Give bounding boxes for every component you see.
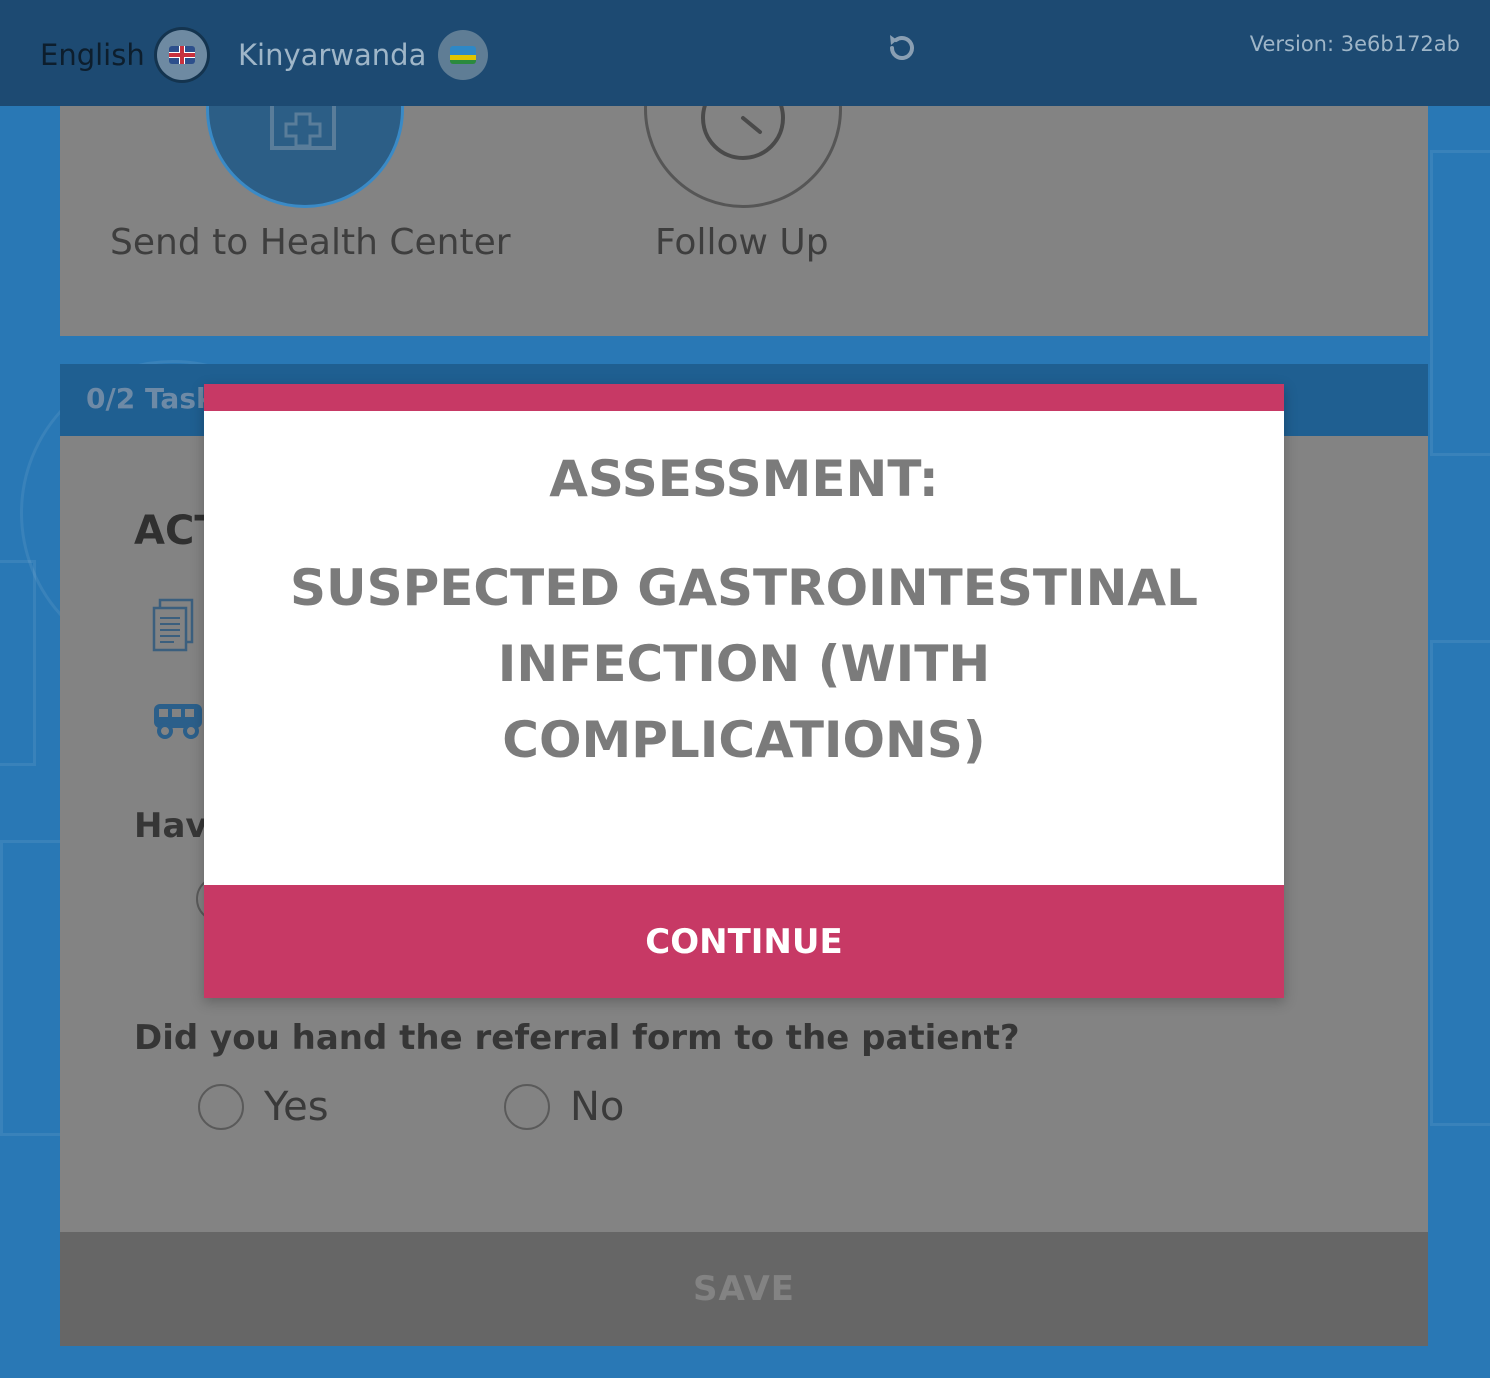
question-partial: Hav: [134, 806, 208, 846]
modal-accent-strip: [204, 384, 1284, 411]
activity-label: Send to Health Center: [110, 222, 511, 263]
tasks-counter: 0/2 Task: [86, 382, 215, 415]
rwanda-flag-icon: [438, 30, 489, 80]
language-label: English: [40, 38, 145, 72]
language-label: Kinyarwanda: [238, 38, 427, 72]
language-english[interactable]: English: [40, 30, 207, 80]
clock-icon: [701, 106, 785, 160]
modal-message: SUSPECTED GASTROINTESTINAL INFECTION (WI…: [290, 559, 1198, 769]
continue-button[interactable]: CONTINUE: [204, 885, 1284, 998]
ambulance-icon: [150, 700, 206, 744]
question-referral-form: Did you hand the referral form to the pa…: [134, 1018, 1020, 1058]
radio-circle[interactable]: [198, 1084, 244, 1130]
top-bar: English Kinyarwanda Version: 3e6b172ab: [0, 0, 1490, 106]
save-button[interactable]: SAVE: [60, 1232, 1428, 1346]
activity-label: Follow Up: [655, 222, 829, 263]
radio-label: No: [570, 1084, 625, 1130]
health-center-icon: [270, 106, 336, 150]
version-label: Version: 3e6b172ab: [1249, 32, 1460, 56]
radio-yes[interactable]: Yes: [198, 1084, 329, 1130]
background-decoration: [0, 840, 66, 1136]
save-label: SAVE: [692, 1269, 796, 1309]
background-decoration: [1430, 640, 1490, 1126]
refresh-icon[interactable]: [882, 28, 922, 68]
background-decoration: [0, 560, 36, 766]
document-icon: [150, 598, 196, 658]
follow-up-button[interactable]: [644, 106, 842, 208]
activity-selector: Send to Health Center Follow Up: [60, 106, 1428, 336]
assessment-modal: ASSESSMENT: SUSPECTED GASTROINTESTINAL I…: [204, 384, 1284, 998]
send-to-health-center-button[interactable]: [206, 106, 404, 208]
radio-circle[interactable]: [504, 1084, 550, 1130]
uk-flag-icon: [156, 30, 207, 80]
radio-label: Yes: [264, 1084, 329, 1130]
continue-label: CONTINUE: [645, 921, 843, 962]
radio-no[interactable]: No: [504, 1084, 624, 1130]
background-decoration: [1430, 150, 1490, 456]
language-kinyarwanda[interactable]: Kinyarwanda: [238, 30, 489, 80]
modal-title: ASSESSMENT:: [549, 450, 939, 508]
